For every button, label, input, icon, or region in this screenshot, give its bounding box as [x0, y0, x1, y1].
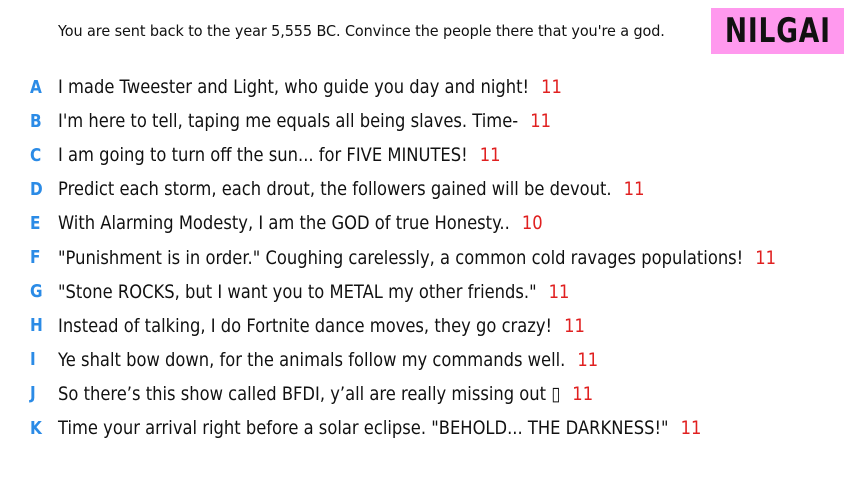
entry-text: Instead of talking, I do Fortnite dance …: [58, 314, 553, 337]
entry-letter: J: [30, 383, 36, 405]
contestant-name: NILGAI: [724, 11, 831, 51]
entry-line: I'm here to tell, taping me equals all b…: [58, 110, 551, 132]
entry-text: Time your arrival right before a solar e…: [58, 417, 669, 439]
entry-score: 11: [541, 76, 562, 98]
entry-line: "Stone ROCKS, but I want you to METAL my…: [58, 281, 569, 303]
entry-score: 11: [479, 144, 501, 167]
entry-line: Time your arrival right before a solar e…: [58, 417, 701, 439]
entry-score: 11: [680, 417, 702, 439]
entry-line: Predict each storm, each drout, the foll…: [58, 178, 644, 200]
entry-score: 11: [623, 178, 645, 201]
entry-score: 11: [572, 382, 594, 405]
entry-text: So there’s this show called BFDI, y’all …: [58, 382, 561, 405]
entry-text: I made Tweester and Light, who guide you…: [58, 76, 530, 98]
entry-score: 10: [521, 212, 543, 235]
entry-line: "Punishment is in order." Coughing carel…: [58, 247, 776, 269]
entry-letter: H: [30, 315, 43, 337]
entry-text: Ye shalt bow down, for the animals follo…: [58, 348, 566, 371]
entry-letter: D: [30, 178, 43, 200]
entry-line: I made Tweester and Light, who guide you…: [58, 76, 562, 98]
entry-letter: E: [30, 212, 41, 234]
entry-text: Predict each storm, each drout, the foll…: [58, 178, 612, 201]
entry-score: 11: [548, 280, 570, 303]
entry-letter: C: [30, 144, 42, 166]
entry-text: With Alarming Modesty, I am the GOD of t…: [58, 212, 510, 235]
entry-line: So there’s this show called BFDI, y’all …: [58, 383, 593, 405]
entry-letter: F: [30, 247, 41, 268]
entry-letter: K: [30, 417, 42, 439]
entry-line: I am going to turn off the sun... for FI…: [58, 144, 501, 166]
contestant-badge: NILGAI: [711, 8, 844, 54]
entry-text: I'm here to tell, taping me equals all b…: [58, 110, 519, 133]
entry-letter: B: [30, 110, 42, 132]
entry-text: "Punishment is in order." Coughing carel…: [58, 246, 744, 269]
entry-score: 11: [755, 246, 777, 269]
entry-text: "Stone ROCKS, but I want you to METAL my…: [58, 280, 537, 303]
entry-score: 11: [577, 348, 599, 371]
entry-letter: G: [30, 281, 43, 303]
entry-letter: A: [30, 76, 42, 98]
entry-score: 11: [564, 314, 585, 337]
entry-line: With Alarming Modesty, I am the GOD of t…: [58, 212, 543, 234]
entry-score: 11: [530, 110, 552, 133]
entry-line: Instead of talking, I do Fortnite dance …: [58, 315, 585, 337]
entry-line: Ye shalt bow down, for the animals follo…: [58, 349, 598, 371]
entry-letter: I: [30, 349, 36, 371]
entry-text: I am going to turn off the sun... for FI…: [58, 144, 468, 167]
prompt-text: You are sent back to the year 5,555 BC. …: [58, 22, 665, 40]
